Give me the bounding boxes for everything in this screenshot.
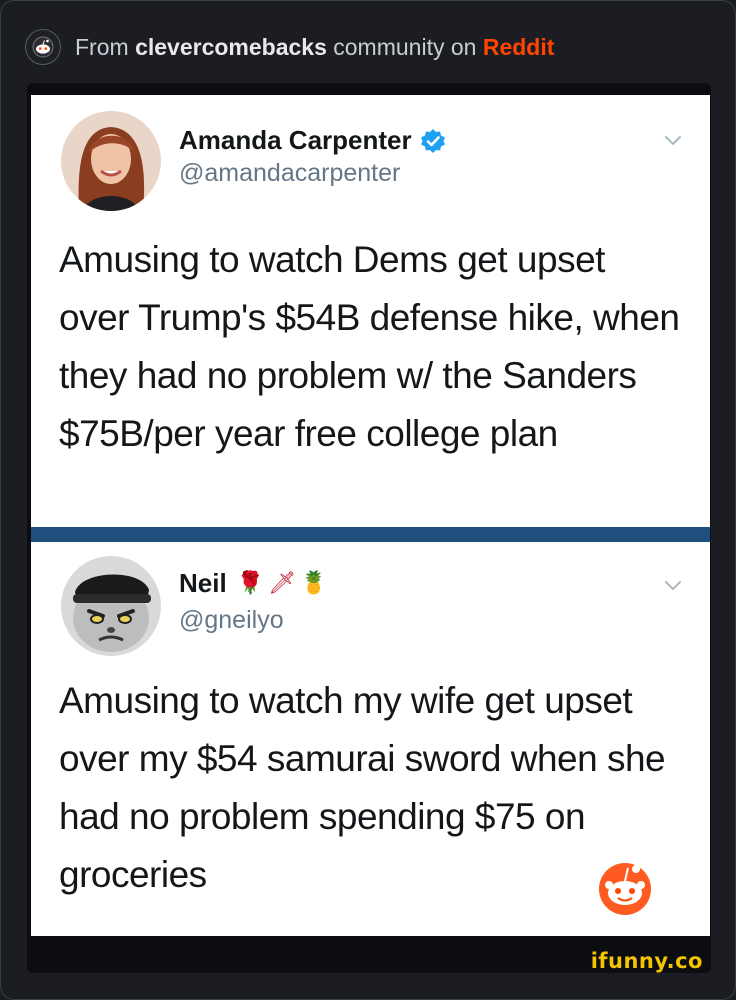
reddit-link[interactable]: Reddit	[483, 34, 555, 60]
tweet-text: Amusing to watch Dems get upset over Tru…	[59, 239, 680, 454]
author-name[interactable]: Amanda Carpenter	[179, 125, 412, 156]
source-middle: community on	[326, 33, 483, 60]
post-header: From clevercomebacks community on Reddit	[25, 29, 554, 65]
source-label: From clevercomebacks community on Reddit	[75, 34, 554, 61]
chevron-down-icon[interactable]	[664, 135, 682, 147]
author-handle[interactable]: @amandacarpenter	[179, 159, 400, 188]
source-prefix: From	[75, 33, 136, 60]
verified-badge-icon	[420, 128, 446, 154]
tweet-text: Amusing to watch my wife get upset over …	[59, 680, 666, 895]
avatar	[61, 111, 161, 211]
community-link[interactable]: clevercomebacks	[135, 34, 327, 60]
author-emojis: 🌹🗡🍍	[236, 571, 332, 596]
tweet-divider	[31, 527, 710, 542]
reddit-snoo-icon	[599, 863, 651, 915]
post-card: From clevercomebacks community on Reddit…	[0, 0, 736, 1000]
tweet-card: Amanda Carpenter @amandacarpenter Amusin…	[31, 95, 710, 527]
author-line: Amanda Carpenter	[179, 125, 446, 156]
author-line: Neil 🌹🗡🍍	[179, 568, 331, 599]
ifunny-watermark: ifunny.co	[590, 949, 703, 973]
reddit-logo-icon[interactable]	[25, 29, 61, 65]
avatar	[61, 556, 161, 656]
author-name[interactable]: Neil	[179, 568, 227, 599]
chevron-down-icon[interactable]	[664, 580, 682, 592]
author-handle[interactable]: @gneilyo	[179, 606, 284, 635]
meme-image: Amanda Carpenter @amandacarpenter Amusin…	[27, 83, 711, 973]
